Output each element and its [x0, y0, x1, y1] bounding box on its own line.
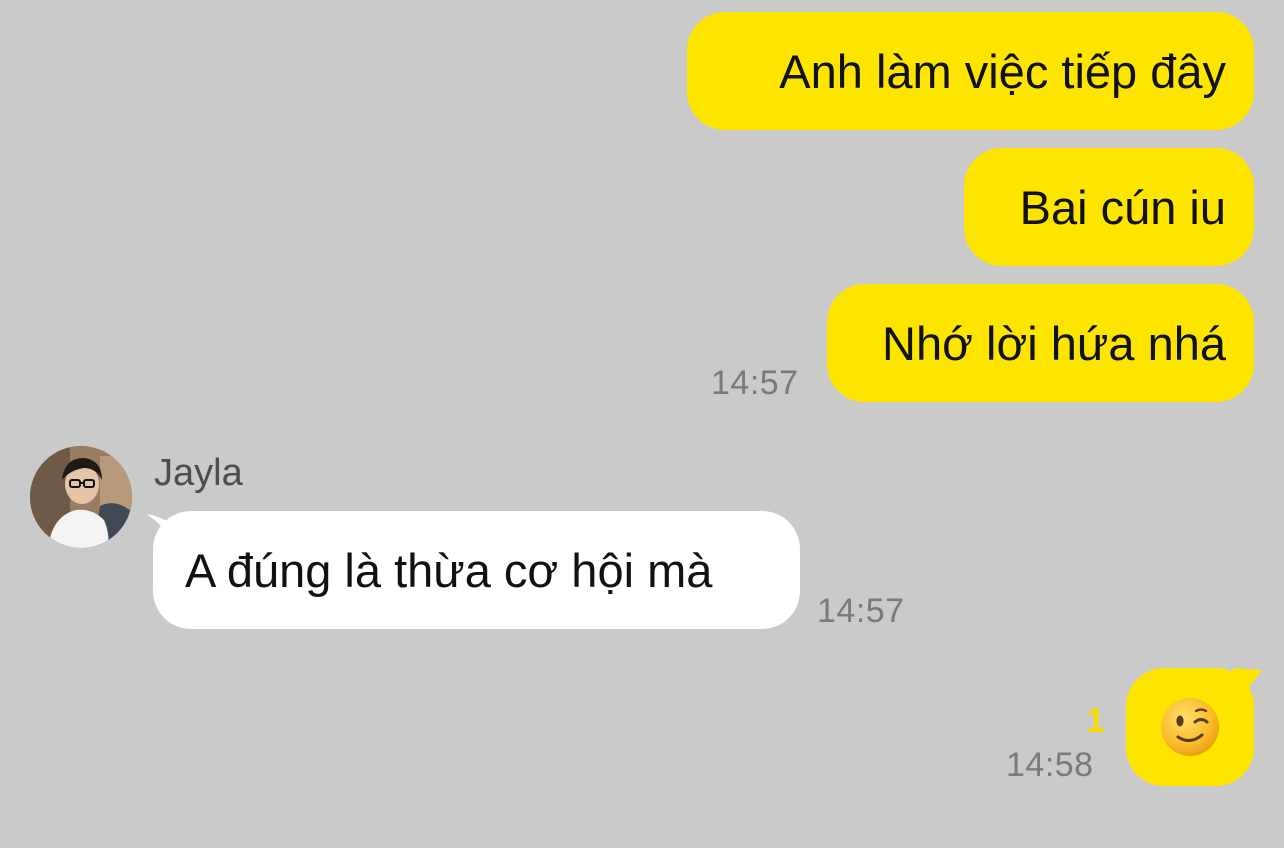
unread-count: 1 — [1086, 702, 1105, 740]
incoming-message-bubble[interactable]: A đúng là thừa cơ hội mà — [153, 511, 800, 629]
message-timestamp: 14:57 — [817, 592, 905, 630]
message-timestamp: 14:57 — [711, 364, 799, 402]
message-text: Bai cún iu — [1019, 180, 1226, 234]
message-timestamp: 14:58 — [1006, 746, 1094, 784]
outgoing-message-bubble[interactable]: Nhớ lời hứa nhá — [827, 284, 1254, 402]
winking-face-icon — [1161, 698, 1219, 756]
message-text: Anh làm việc tiếp đây — [779, 44, 1226, 98]
sender-avatar[interactable] — [30, 446, 132, 548]
avatar-photo-icon — [30, 446, 132, 548]
outgoing-message-bubble[interactable]: Anh làm việc tiếp đây — [687, 12, 1254, 130]
message-text: Nhớ lời hứa nhá — [882, 316, 1226, 370]
outgoing-emoji-bubble[interactable] — [1126, 668, 1254, 786]
message-text: A đúng là thừa cơ hội mà — [185, 543, 713, 597]
outgoing-message-bubble[interactable]: Bai cún iu — [964, 148, 1254, 266]
sender-name: Jayla — [154, 452, 243, 494]
